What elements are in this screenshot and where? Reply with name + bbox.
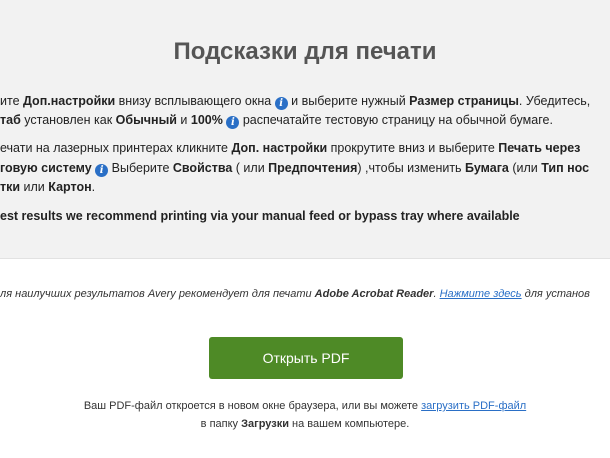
pdf-info-footer: Ваш PDF-файл откроется в новом окне брау…	[0, 397, 610, 433]
tip-1-line-2: таб установлен как Обычный и 100% i расп…	[0, 113, 553, 129]
info-icon[interactable]: i	[226, 116, 240, 129]
footer-line-1: Ваш PDF-файл откроется в новом окне брау…	[83, 400, 527, 412]
footer-line-2: в папку Загрузки на вашем компьютере.	[200, 418, 410, 430]
page-title: Подсказки для печати	[173, 38, 437, 65]
download-pdf-link[interactable]: загрузить PDF-файл	[421, 400, 526, 412]
manual-feed-note: est results we recommend printing via yo…	[0, 209, 520, 223]
info-icon[interactable]: i	[95, 164, 109, 177]
tip-2-line-3: тки или Картон.	[0, 180, 96, 194]
open-pdf-button[interactable]: Открыть PDF	[209, 337, 403, 379]
tip-2-line-1: ечати на лазерных принтерах кликните Доп…	[0, 141, 581, 155]
tip-2-line-2: говую систему i Выберите Свойства ( или …	[0, 161, 590, 177]
info-icon[interactable]: i	[274, 97, 288, 110]
install-reader-link[interactable]: Нажмите здесь	[440, 288, 522, 300]
acrobat-reader-note: ля наилучших результатов Avery рекоменду…	[0, 288, 590, 300]
tip-1-line-1: ите Доп.настройки внизу всплывающего окн…	[0, 94, 591, 110]
print-tips-panel: Подсказки для печати ите Доп.настройки в…	[0, 0, 610, 259]
